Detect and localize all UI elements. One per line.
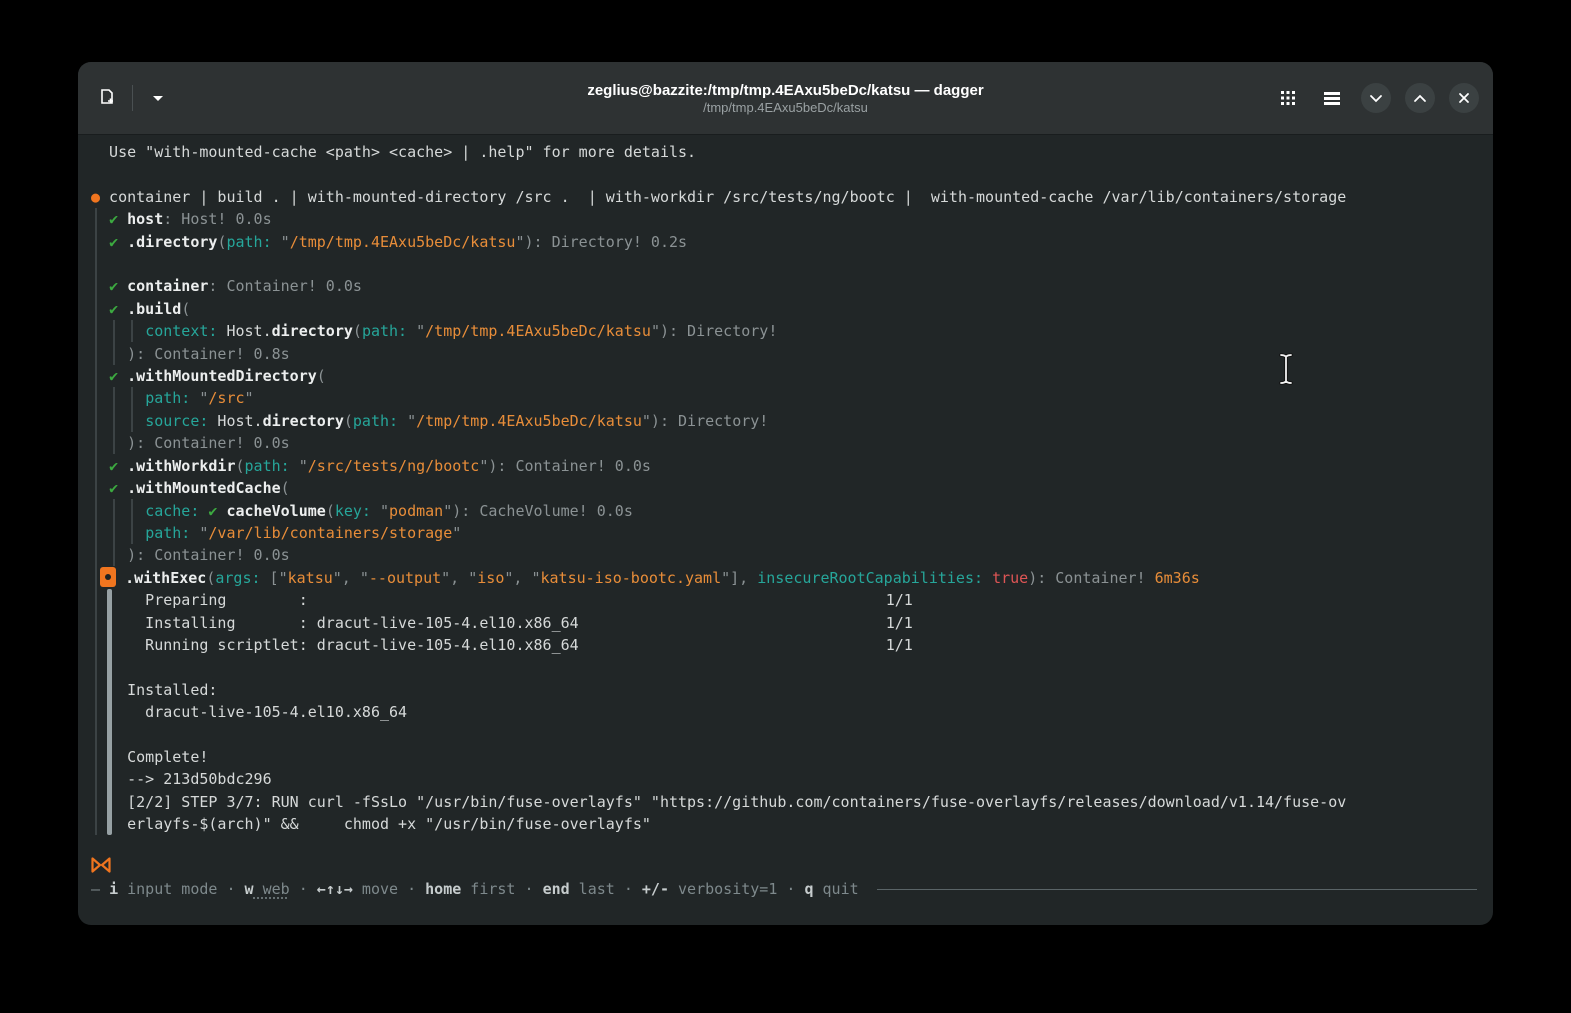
active-step-guide (107, 589, 112, 835)
statusbar-separator: · (398, 880, 426, 898)
terminal-line: ): Container! 0.0s (127, 434, 290, 453)
indent-guide (113, 320, 115, 365)
keybinding-key: +/- (641, 880, 669, 898)
terminal-line: Running scriptlet: dracut-live-105-4.el1… (91, 635, 913, 654)
keybinding-key: end (542, 880, 570, 898)
indent-guide (131, 387, 133, 432)
keybinding-label: verbosity=1 (669, 880, 778, 898)
indent-guide (131, 499, 133, 544)
tab-overview-button[interactable] (1273, 83, 1303, 113)
main-menu-button[interactable] (1317, 83, 1347, 113)
terminal-viewport[interactable]: Use "with-mounted-cache <path> <cache> |… (78, 135, 1493, 925)
terminal-line: ● container | build . | with-mounted-dir… (91, 187, 1347, 206)
terminal-line: source: Host.directory(path: "/tmp/tmp.4… (145, 411, 769, 430)
terminal-line: ✔ container: Container! 0.0s (109, 277, 362, 296)
minimize-button[interactable] (1361, 83, 1391, 113)
statusbar-separator: · (289, 880, 317, 898)
terminal-line: ✔ .build( (109, 299, 191, 318)
keybinding-label: last (569, 880, 615, 898)
terminal-window: zeglius@bazzite:/tmp/tmp.4EAxu5beDc/kats… (78, 62, 1493, 925)
pipeline-indent-guide (95, 208, 97, 835)
terminal-line: dracut-live-105-4.el10.x86_64 (91, 703, 408, 722)
close-icon (1458, 92, 1470, 104)
statusbar-separator: · (614, 880, 642, 898)
keybinding-label: input mode (118, 880, 218, 898)
running-step-marker (100, 566, 117, 587)
keybinding-key: q (804, 880, 814, 898)
titlebar: zeglius@bazzite:/tmp/tmp.4EAxu5beDc/kats… (78, 62, 1493, 135)
statusbar-separator: · (777, 880, 805, 898)
terminal-line: erlayfs-$(arch)" && chmod +x "/usr/bin/f… (91, 815, 651, 834)
terminal-line: Use "with-mounted-cache <path> <cache> |… (91, 143, 697, 161)
hamburger-menu-icon (1323, 91, 1341, 105)
terminal-line: Preparing : 1/1 (91, 591, 913, 610)
keybinding-label: move (352, 880, 399, 898)
terminal-line: --> 213d50bdc296 (91, 770, 272, 789)
terminal-line: ✔ .directory(path: "/tmp/tmp.4EAxu5beDc/… (109, 232, 688, 251)
terminal-line: Installed: (91, 680, 218, 699)
indent-guide (113, 387, 115, 454)
maximize-button[interactable] (1405, 83, 1435, 113)
keybinding-key: ←↑↓→ (316, 880, 353, 898)
titlebar-separator (132, 85, 133, 111)
terminal-line: path: "/var/lib/containers/storage" (145, 523, 462, 542)
statusbar-dash: — (91, 880, 110, 898)
terminal-line: ✔ host: Host! 0.0s (109, 210, 272, 229)
new-tab-button[interactable] (92, 83, 122, 113)
chevron-up-icon (1413, 94, 1427, 103)
titlebar-left-controls (92, 62, 173, 134)
chevron-down-icon (151, 93, 165, 103)
statusbar-separator: · (515, 880, 543, 898)
statusbar-separator: · (217, 880, 245, 898)
statusbar-trailing-space (859, 880, 868, 898)
indent-guide (113, 499, 115, 566)
terminal-line: ): Container! 0.8s (127, 344, 290, 363)
terminal-line: ✔ .withMountedDirectory( (109, 367, 326, 386)
keybinding-label: first (461, 880, 516, 898)
terminal-line: Installing : dracut-live-105-4.el10.x86_… (91, 613, 913, 632)
close-button[interactable] (1449, 83, 1479, 113)
statusbar-items: i input mode · w web · ←↑↓→ move · home … (109, 879, 868, 899)
keybinding-key: home (425, 880, 462, 898)
terminal-line: ✔ .withMountedCache( (109, 479, 290, 498)
terminal-line: path: "/src" (145, 389, 254, 408)
titlebar-right-controls (1273, 62, 1479, 134)
terminal-line: ): Container! 0.0s (127, 546, 290, 565)
keybinding-statusbar: — i input mode · w web · ←↑↓→ move · hom… (91, 879, 1477, 899)
terminal-line: cache: ✔ cacheVolume(key: "podman"): Cac… (145, 501, 633, 520)
keybinding-label: web (253, 880, 290, 898)
tab-list-dropdown-button[interactable] (143, 83, 173, 113)
indent-guide (131, 320, 133, 342)
desktop-background: zeglius@bazzite:/tmp/tmp.4EAxu5beDc/kats… (0, 0, 1571, 1013)
dagger-logo-icon (91, 857, 111, 879)
keybinding-key: i (109, 880, 119, 898)
keybinding-label: quit (813, 880, 859, 898)
terminal-line: .withExec(args: ["katsu", "--output", "i… (91, 566, 1493, 589)
chevron-down-icon (1369, 94, 1383, 103)
grid-icon (1279, 89, 1297, 107)
terminal-line: ✔ .withWorkdir(path: "/src/tests/ng/boot… (109, 456, 651, 475)
keybinding-key: w (244, 880, 254, 898)
terminal-line: Complete! (91, 747, 209, 766)
statusbar-rule (876, 888, 1477, 890)
terminal-line: context: Host.directory(path: "/tmp/tmp.… (145, 322, 778, 341)
terminal-output: Use "with-mounted-cache <path> <cache> |… (78, 135, 1493, 836)
terminal-line: [2/2] STEP 3/7: RUN curl -fSsLo "/usr/bi… (91, 792, 1347, 811)
new-tab-icon (97, 88, 117, 108)
